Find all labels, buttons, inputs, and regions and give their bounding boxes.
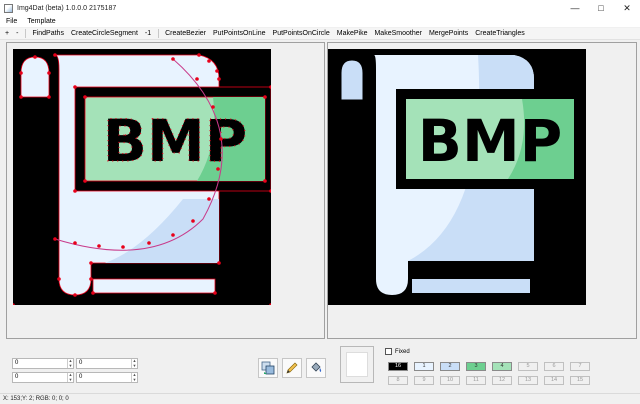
window-controls: — □ ✕ — [562, 0, 640, 16]
put-points-on-circle-button[interactable]: PutPointsOnCircle — [273, 30, 330, 37]
status-bar: X: 153;Y: 2; RGB: 0; 0; 0 — [0, 393, 640, 404]
palette-swatch[interactable]: 2 — [440, 362, 460, 371]
preview-bmp-text: BMP — [418, 107, 562, 175]
minimize-button[interactable]: — — [562, 0, 588, 16]
edit-canvas[interactable]: BMP — [13, 49, 271, 305]
app-icon — [4, 3, 13, 13]
put-points-on-line-button[interactable]: PutPointsOnLine — [213, 30, 266, 37]
create-triangles-button[interactable]: CreateTriangles — [475, 30, 525, 37]
close-button[interactable]: ✕ — [614, 0, 640, 16]
paint-bucket-icon — [311, 362, 322, 372]
menu-template[interactable]: Template — [27, 18, 55, 25]
palette-swatch[interactable]: 10 — [440, 376, 460, 385]
spinner-icon[interactable]: ▲ ▼ — [67, 358, 73, 368]
fixed-checkbox[interactable]: Fixed — [385, 348, 410, 355]
menu-file[interactable]: File — [6, 18, 17, 25]
color-preview-swatch — [346, 352, 368, 377]
toolbar-separator — [158, 29, 160, 38]
canvas-bmp-text: BMP — [103, 107, 247, 175]
image-swap-icon — [261, 361, 275, 375]
coord-input-1[interactable]: 0 ▲ ▼ — [12, 358, 74, 369]
window-title: Img4Dat (beta) 1.0.0.0 2175187 — [17, 4, 117, 12]
spinner-icon[interactable]: ▲ ▼ — [131, 372, 137, 382]
maximize-button[interactable]: □ — [588, 0, 614, 16]
spinner-icon[interactable]: ▲ ▼ — [131, 358, 137, 368]
minimize-icon: — — [570, 3, 580, 13]
checkbox-icon[interactable] — [385, 348, 392, 355]
palette-swatch[interactable]: 8 — [388, 376, 408, 385]
palette-swatch[interactable]: 16 — [388, 362, 408, 371]
palette-swatch[interactable]: 7 — [570, 362, 590, 371]
pencil-button[interactable] — [282, 358, 302, 378]
palette-swatch[interactable]: 3 — [466, 362, 486, 371]
find-paths-button[interactable]: FindPaths — [32, 30, 64, 37]
toolbar: + - FindPaths CreateCircleSegment -1 Cre… — [0, 28, 640, 40]
maximize-icon: □ — [598, 3, 604, 13]
create-circle-segment-button[interactable]: CreateCircleSegment — [71, 30, 138, 37]
palette-swatch[interactable]: 12 — [492, 376, 512, 385]
toolbar-separator — [25, 29, 27, 38]
paint-bucket-button[interactable] — [306, 358, 326, 378]
swap-image-button[interactable] — [258, 358, 278, 378]
merge-points-button[interactable]: MergePoints — [429, 30, 468, 37]
menu-bar: File Template — [0, 16, 640, 27]
color-preview — [340, 346, 374, 383]
preview-panel[interactable]: BMP — [327, 42, 637, 339]
palette-swatch[interactable]: 15 — [570, 376, 590, 385]
fixed-label: Fixed — [395, 348, 410, 355]
palette-swatch[interactable]: 9 — [414, 376, 434, 385]
pencil-icon — [286, 362, 298, 374]
zoom-in-button[interactable]: + — [5, 30, 9, 37]
coord-input-2[interactable]: 0 ▲ ▼ — [76, 358, 138, 369]
create-bezier-button[interactable]: CreateBezier — [165, 30, 206, 37]
palette-swatch[interactable]: 1 — [414, 362, 434, 371]
make-pike-button[interactable]: MakePike — [337, 30, 368, 37]
close-icon: ✕ — [623, 2, 631, 13]
palette-swatch[interactable]: 11 — [466, 376, 486, 385]
segment-count-field[interactable]: -1 — [145, 30, 151, 37]
palette-swatch[interactable]: 4 — [492, 362, 512, 371]
coord-input-4[interactable]: 0 ▲ ▼ — [76, 372, 138, 383]
title-bar: Img4Dat (beta) 1.0.0.0 2175187 — □ ✕ — [0, 0, 640, 16]
preview-canvas: BMP — [328, 49, 586, 305]
palette-swatch[interactable]: 14 — [544, 376, 564, 385]
zoom-out-button[interactable]: - — [16, 30, 18, 37]
edit-canvas-panel[interactable]: BMP — [6, 42, 325, 339]
palette-swatch[interactable]: 13 — [518, 376, 538, 385]
make-smoother-button[interactable]: MakeSmoother — [374, 30, 421, 37]
spinner-icon[interactable]: ▲ ▼ — [67, 372, 73, 382]
palette-swatch[interactable]: 5 — [518, 362, 538, 371]
coord-input-3[interactable]: 0 ▲ ▼ — [12, 372, 74, 383]
palette-swatch[interactable]: 6 — [544, 362, 564, 371]
